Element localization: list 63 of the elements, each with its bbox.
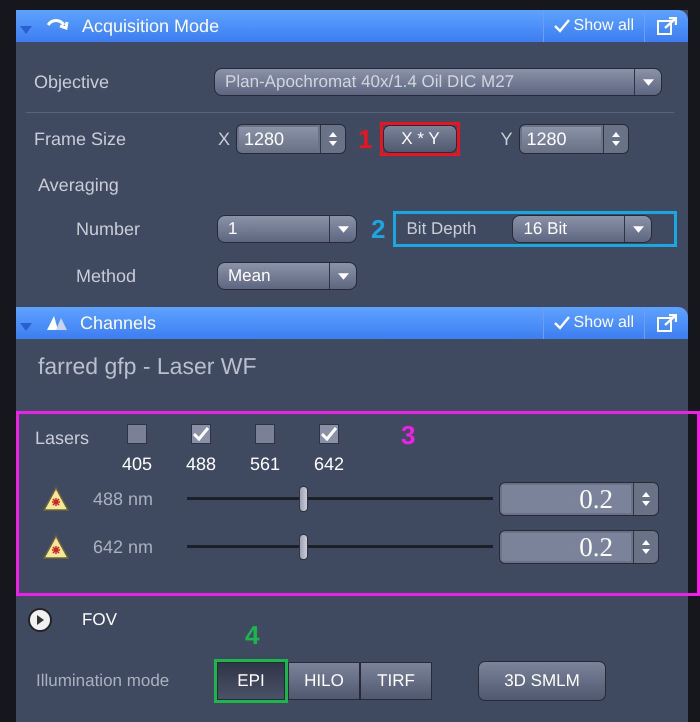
laser-warning-icon xyxy=(43,535,69,559)
laser-wavelength: 405 xyxy=(122,454,152,475)
section-title: Acquisition Mode xyxy=(82,16,220,36)
checkmark-icon xyxy=(554,316,570,330)
lasers-label: Lasers xyxy=(35,428,90,449)
objective-label: Objective xyxy=(34,72,110,92)
laser-wavelength: 642 xyxy=(314,454,344,475)
dropdown-arrow-icon xyxy=(642,78,654,86)
channels-icon xyxy=(46,315,68,331)
annotation-number: 1 xyxy=(358,124,372,154)
fov-label: FOV xyxy=(82,610,117,630)
slider-thumb[interactable] xyxy=(299,534,308,560)
frame-size-label: Frame Size xyxy=(34,128,128,150)
external-window-icon xyxy=(656,314,676,332)
dropdown-arrow-icon xyxy=(632,226,644,232)
method-label: Method xyxy=(75,266,138,286)
curved-arrow-icon xyxy=(46,19,70,33)
laser-power-spinbox[interactable]: 0.2 xyxy=(499,530,659,564)
laser-checkbox[interactable] xyxy=(191,424,211,444)
spin-arrows-icon[interactable] xyxy=(610,131,620,147)
laser-warning-icon xyxy=(43,487,69,511)
laser-power-label: 488 nm xyxy=(93,488,154,510)
x-times-y-button[interactable]: X * Y xyxy=(383,125,458,153)
illumination-mode-button[interactable]: HILO xyxy=(288,662,360,700)
external-window-icon xyxy=(656,17,676,35)
y-label: Y xyxy=(500,128,512,150)
spin-arrows-icon[interactable] xyxy=(641,539,651,555)
annotation-number: 2 xyxy=(371,214,386,244)
laser-power-label: 642 nm xyxy=(93,536,154,558)
method-dropdown[interactable]: Mean xyxy=(217,262,357,290)
spin-arrows-icon[interactable] xyxy=(641,491,651,507)
section-header[interactable]: Channels Show all xyxy=(16,307,688,339)
bit-depth-dropdown[interactable]: 16 Bit xyxy=(512,215,652,243)
show-all-button[interactable]: Show all xyxy=(542,10,644,42)
y-spinbox[interactable]: 1280 xyxy=(518,124,628,154)
illumination-mode-button[interactable]: TIRF xyxy=(360,662,432,700)
laser-checkbox[interactable] xyxy=(319,424,339,444)
checkmark-icon xyxy=(554,19,570,33)
dropdown-arrow-icon xyxy=(338,226,348,232)
illumination-mode-label: Illumination mode xyxy=(36,671,170,691)
annotation-number: 4 xyxy=(245,620,260,651)
3d-smlm-button[interactable]: 3D SMLM xyxy=(478,661,606,701)
x-spinbox[interactable]: 1280 xyxy=(236,124,346,154)
laser-checkbox[interactable] xyxy=(127,424,147,444)
number-dropdown[interactable]: 1 xyxy=(217,215,357,243)
illumination-mode-button[interactable]: EPI xyxy=(217,662,285,700)
show-all-button[interactable]: Show all xyxy=(542,307,644,339)
laser-wavelength: 561 xyxy=(250,454,280,475)
laser-power-spinbox[interactable]: 0.2 xyxy=(499,482,659,516)
bit-depth-label: Bit Depth xyxy=(406,219,478,239)
laser-wavelength: 488 xyxy=(186,454,216,475)
section-title: Channels xyxy=(80,312,158,334)
annotation-number: 3 xyxy=(401,420,416,451)
objective-dropdown[interactable]: Plan-Apochromat 40x/1.4 Oil DIC M27 xyxy=(214,68,662,96)
section-header[interactable]: Acquisition Mode Show all xyxy=(16,10,688,42)
laser-checkbox[interactable] xyxy=(255,424,275,444)
slider-thumb[interactable] xyxy=(299,486,308,512)
spin-arrows-icon[interactable] xyxy=(328,131,338,147)
dropdown-arrow-icon xyxy=(338,272,348,280)
channel-name: farred gfp - Laser WF xyxy=(37,352,258,381)
averaging-label: Averaging xyxy=(38,174,119,196)
x-label: X xyxy=(218,128,230,150)
number-label: Number xyxy=(75,218,142,240)
